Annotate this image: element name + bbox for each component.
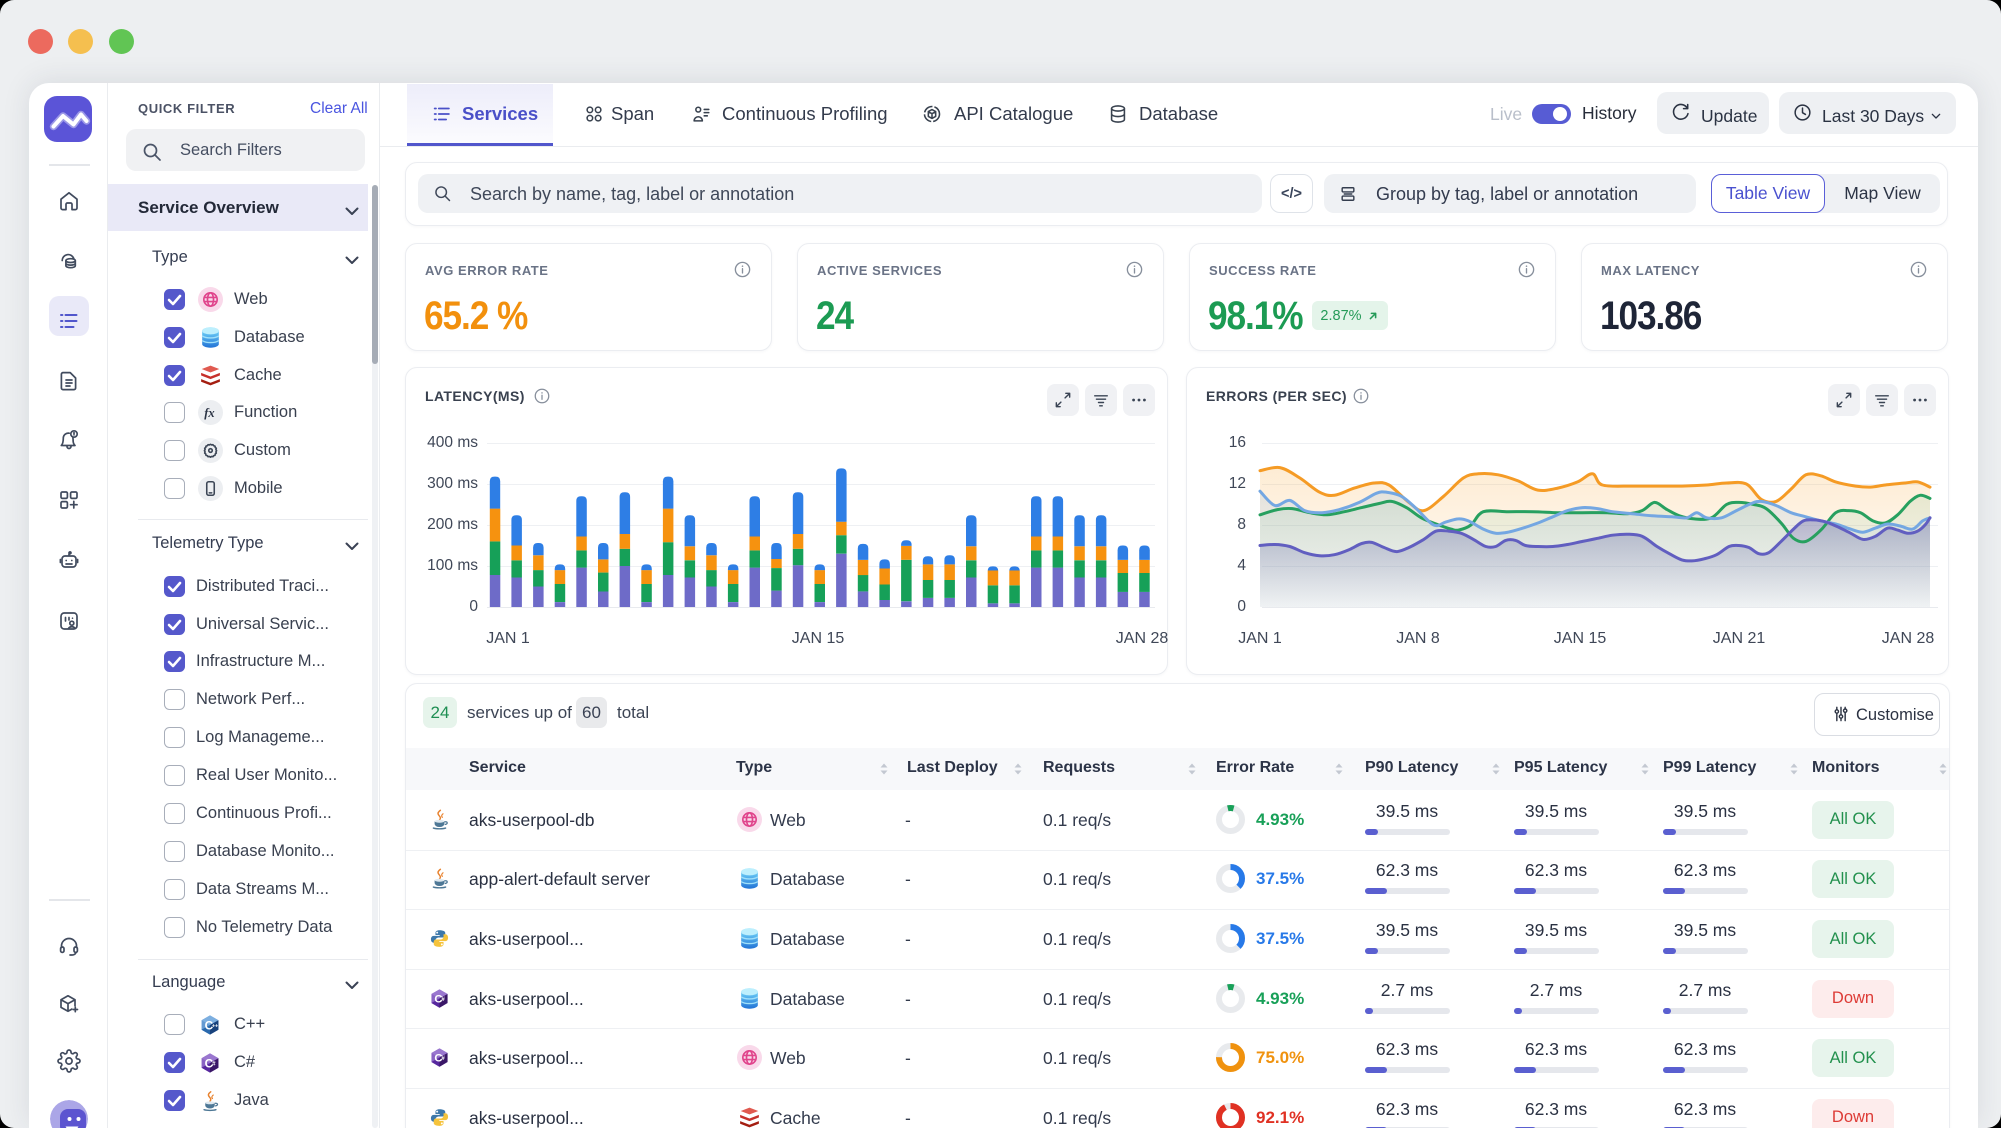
svg-text:#: # [212,1061,216,1068]
svg-text:++: ++ [212,1024,218,1030]
svg-text:#: # [441,996,445,1003]
svg-text:#: # [441,1055,445,1062]
svg-text:fx: fx [204,406,214,420]
